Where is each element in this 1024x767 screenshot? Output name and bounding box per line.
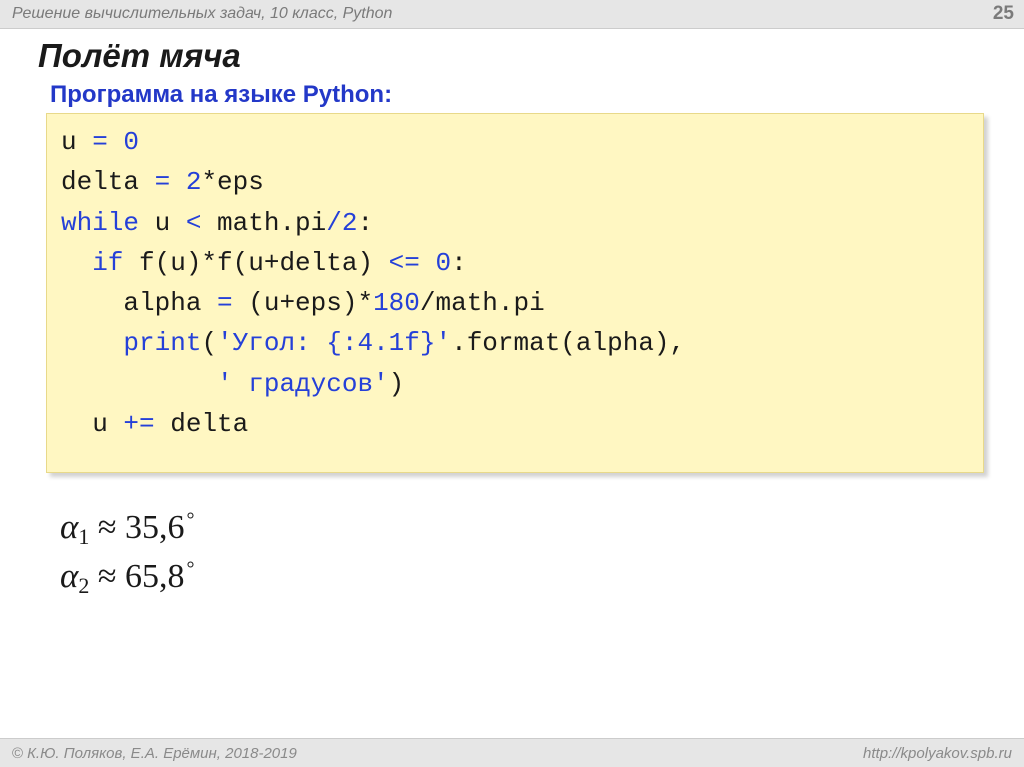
copyright-icon: © (12, 745, 23, 762)
code-block: u = 0 delta = 2*eps while u < math.pi/2:… (46, 113, 984, 473)
slide-footer: ©К.Ю. Поляков, Е.А. Ерёмин, 2018-2019 ht… (0, 738, 1024, 767)
slide-subtitle: Программа на языке Python: (50, 81, 992, 109)
slide-content: Полёт мяча Программа на языке Python: u … (0, 29, 1024, 601)
page-number: 25 (993, 3, 1014, 25)
footer-url: http://kpolyakov.spb.ru (863, 745, 1012, 762)
slide-header: Решение вычислительных задач, 10 класс, … (0, 0, 1024, 29)
footer-copyright: ©К.Ю. Поляков, Е.А. Ерёмин, 2018-2019 (12, 745, 297, 762)
breadcrumb: Решение вычислительных задач, 10 класс, … (12, 5, 392, 23)
result-formulas: α1 ≈ 35,6° α2 ≈ 65,8° (60, 503, 992, 600)
result-line-1: α1 ≈ 35,6° (60, 503, 992, 552)
slide-title: Полёт мяча (38, 37, 992, 75)
result-line-2: α2 ≈ 65,8° (60, 552, 992, 601)
